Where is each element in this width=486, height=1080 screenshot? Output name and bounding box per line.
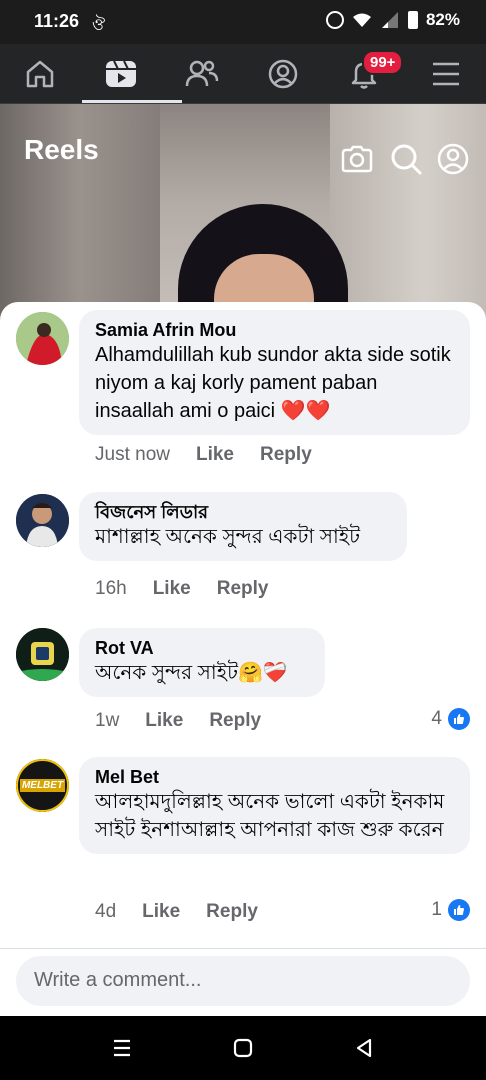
comment-time: 4d (95, 901, 117, 922)
recent-apps-icon[interactable] (110, 1036, 134, 1060)
friends-icon (185, 60, 219, 87)
reaction-count-value: 4 (431, 708, 442, 729)
profile-tab[interactable] (261, 54, 305, 94)
avatar[interactable]: MELBET (16, 759, 69, 812)
like-button[interactable]: Like (142, 901, 180, 923)
battery-icon (407, 11, 418, 29)
reply-button[interactable]: Reply (260, 444, 312, 466)
wifi-icon (352, 13, 371, 27)
home-icon (26, 60, 54, 88)
avatar-image (16, 628, 69, 681)
comment-actions: 4d Like Reply (95, 901, 258, 923)
comments-sheet: Samia Afrin Mou Alhamdulillah kub sundor… (0, 302, 486, 1016)
comment-author[interactable]: Samia Afrin Mou (95, 319, 454, 341)
top-nav-bar: 99+ (0, 44, 486, 104)
comment-text: মাশাল্লাহ অনেক সুন্দর একটা সাইট (95, 526, 361, 548)
avatar[interactable] (16, 628, 69, 681)
comment-text: অনেক সুন্দর সাইট🤗❤️‍🩹 (95, 662, 288, 684)
comment-actions: 16h Like Reply (95, 578, 268, 600)
menu-tab[interactable] (424, 54, 468, 94)
notification-badge: 99+ (362, 50, 404, 75)
active-tab-indicator (82, 100, 182, 103)
home-button-icon[interactable] (231, 1036, 255, 1060)
melbet-logo: MELBET (19, 779, 66, 792)
reels-tab[interactable] (99, 54, 143, 94)
menu-icon (433, 62, 459, 86)
alarm-icon (325, 11, 344, 29)
battery-percent: 82% (425, 10, 460, 29)
notification-icon: ঔ (92, 17, 106, 34)
reaction-count[interactable]: 1 (431, 899, 470, 921)
reaction-count[interactable]: 4 (431, 708, 470, 730)
avatar-image (16, 312, 69, 365)
reply-button[interactable]: Reply (209, 710, 261, 732)
reaction-count-value: 1 (431, 899, 442, 920)
search-icon[interactable] (389, 142, 423, 176)
reply-button[interactable]: Reply (206, 901, 258, 923)
comment-actions: Just now Like Reply (95, 444, 312, 466)
thumbs-up-icon (448, 899, 470, 921)
comment-time: 1w (95, 710, 120, 731)
status-icons: 82% (325, 10, 460, 30)
thumbs-up-icon (448, 708, 470, 730)
avatar-image (16, 494, 69, 547)
system-nav-bar (0, 1016, 486, 1080)
comment-author[interactable]: Rot VA (95, 637, 309, 659)
page-title: Reels (24, 134, 99, 165)
video-background-right (330, 104, 486, 324)
like-button[interactable]: Like (145, 710, 183, 732)
comment-bubble[interactable]: Samia Afrin Mou Alhamdulillah kub sundor… (79, 310, 470, 435)
video-icon (106, 60, 136, 87)
friends-tab[interactable] (180, 54, 224, 94)
like-button[interactable]: Like (196, 444, 234, 466)
signal-icon (381, 12, 398, 28)
reply-button[interactable]: Reply (217, 578, 269, 600)
profile-icon (268, 59, 298, 89)
account-icon[interactable] (436, 142, 470, 176)
status-time: 11:26 (34, 11, 80, 31)
status-bar: 11:26 ঔ 82% (0, 0, 486, 44)
comment-actions: 1w Like Reply (95, 710, 261, 732)
avatar[interactable] (16, 312, 69, 365)
comment-bubble[interactable]: Rot VA অনেক সুন্দর সাইট🤗❤️‍🩹 (79, 628, 325, 697)
comment-bubble[interactable]: বিজনেস লিডার মাশাল্লাহ অনেক সুন্দর একটা … (79, 492, 407, 561)
like-button[interactable]: Like (153, 578, 191, 600)
comment-text: আলহামদুলিল্লাহ অনেক ভালো একটা ইনকাম সাইট… (95, 791, 445, 841)
divider (0, 948, 486, 949)
comment-author[interactable]: বিজনেস লিডার (95, 501, 391, 523)
comment-text: Alhamdulillah kub sundor akta side sotik… (95, 344, 451, 422)
back-icon[interactable] (352, 1036, 376, 1060)
comment-time: Just now (95, 444, 170, 465)
home-tab[interactable] (18, 54, 62, 94)
camera-icon[interactable] (340, 142, 374, 176)
comment-input[interactable]: Write a comment... (16, 956, 470, 1006)
avatar[interactable] (16, 494, 69, 547)
comment-author[interactable]: Mel Bet (95, 766, 454, 788)
comment-time: 16h (95, 578, 127, 599)
reel-video[interactable]: Reels (0, 104, 486, 324)
comment-bubble[interactable]: Mel Bet আলহামদুলিল্লাহ অনেক ভালো একটা ইন… (79, 757, 470, 854)
